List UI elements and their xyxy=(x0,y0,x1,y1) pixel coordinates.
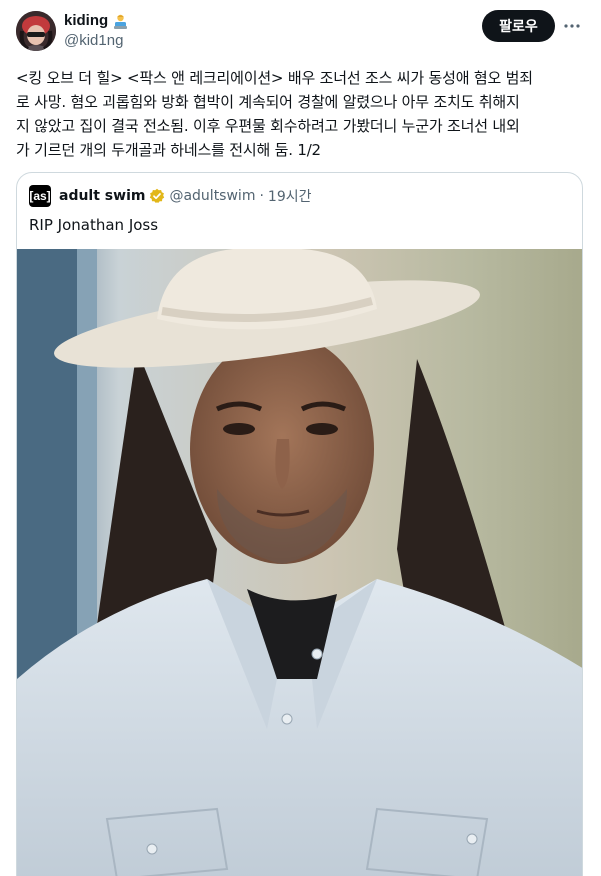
quoted-timestamp[interactable]: 19시간 xyxy=(268,186,312,206)
quoted-separator: · xyxy=(259,188,264,204)
quoted-handle[interactable]: @adultswim xyxy=(169,188,255,204)
author-handle[interactable]: @kid1ng xyxy=(64,31,129,51)
author-display-name[interactable]: kiding xyxy=(64,11,129,31)
author-info[interactable]: kiding @kid1ng xyxy=(64,11,129,51)
verified-gold-badge-icon xyxy=(150,188,165,203)
post: kiding @kid1ng 팔로우 <킹 오브 더 힐> <팍스 앤 레크리에… xyxy=(0,0,601,876)
profile-avatar-icon xyxy=(16,11,56,51)
quoted-avatar[interactable]: [as] xyxy=(29,185,51,207)
quoted-media-photo[interactable] xyxy=(17,249,582,876)
follow-button[interactable]: 팔로우 xyxy=(482,10,555,42)
person-emoji-icon xyxy=(114,14,128,29)
quoted-tweet[interactable]: [as] adult swim @adultswim · 19시간 RIP Jo… xyxy=(16,172,583,876)
more-dots-icon xyxy=(564,24,580,28)
quoted-text: RIP Jonathan Joss xyxy=(29,216,159,234)
tweet-text: <킹 오브 더 힐> <팍스 앤 레크리에이션> 배우 조너선 조스 씨가 동성… xyxy=(16,69,533,159)
quoted-tweet-header: [as] adult swim @adultswim · 19시간 xyxy=(29,185,312,207)
author-avatar[interactable] xyxy=(16,11,56,51)
more-options-button[interactable] xyxy=(560,14,584,38)
display-name-text[interactable]: kiding xyxy=(64,11,108,31)
portrait-photo xyxy=(17,249,582,876)
quoted-display-name[interactable]: adult swim xyxy=(59,188,145,204)
